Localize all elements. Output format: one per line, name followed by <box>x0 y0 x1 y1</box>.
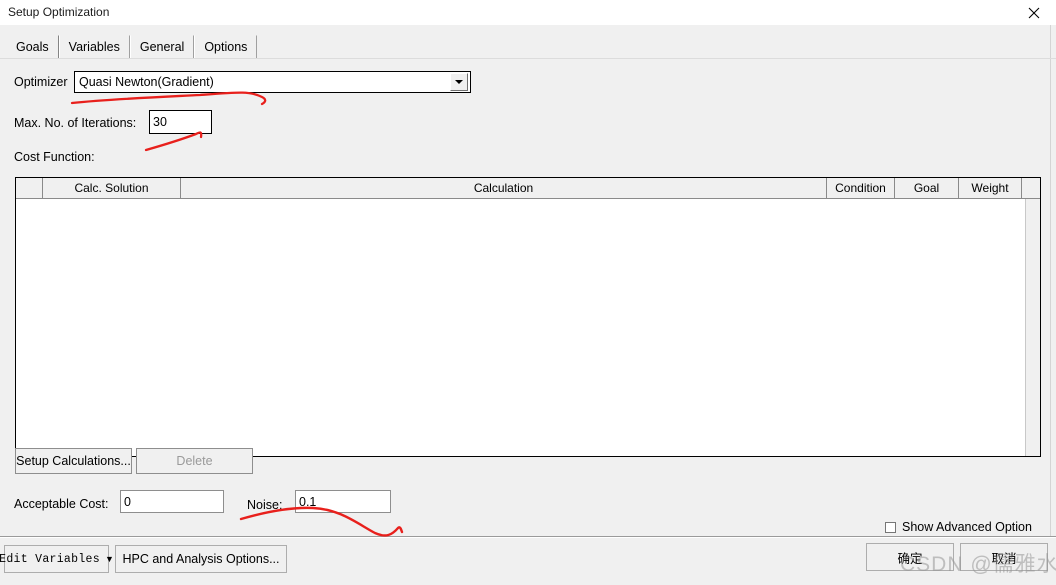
delete-button[interactable]: Delete <box>136 448 253 474</box>
tab-variables[interactable]: Variables <box>58 35 130 58</box>
table-vertical-scrollbar[interactable] <box>1025 199 1040 456</box>
tab-goals[interactable]: Goals <box>6 35 59 58</box>
table-col-weight[interactable]: Weight <box>959 178 1022 198</box>
cost-function-table[interactable]: Calc. Solution Calculation Condition Goa… <box>15 177 1041 457</box>
tab-options[interactable]: Options <box>194 35 258 58</box>
optimizer-value: Quasi Newton(Gradient) <box>79 75 214 89</box>
chevron-down-icon[interactable] <box>450 73 468 91</box>
max-iterations-input[interactable]: 30 <box>149 110 212 134</box>
table-col-goal[interactable]: Goal <box>895 178 959 198</box>
ok-button[interactable]: 确定 <box>866 543 954 571</box>
tab-options-label: Options <box>204 40 248 54</box>
cost-function-label: Cost Function: <box>14 150 95 164</box>
table-col-spacer[interactable] <box>1022 178 1040 198</box>
table-body[interactable] <box>16 199 1040 456</box>
tab-variables-label: Variables <box>68 40 120 54</box>
tab-underline <box>0 58 1056 59</box>
show-advanced-options-checkbox[interactable]: Show Advanced Option <box>885 520 1056 534</box>
table-col-rowheader[interactable] <box>16 178 43 198</box>
acceptable-cost-label: Acceptable Cost: <box>14 497 109 511</box>
noise-input[interactable]: 0.1 <box>295 490 391 513</box>
caret-down-icon: ▼ <box>104 553 114 564</box>
optimizer-label: Optimizer <box>14 75 68 89</box>
tab-general[interactable]: General <box>129 35 195 58</box>
hpc-analysis-options-button[interactable]: HPC and Analysis Options... <box>115 545 287 573</box>
table-col-calculation[interactable]: Calculation <box>181 178 827 198</box>
max-iterations-label: Max. No. of Iterations: <box>14 116 137 130</box>
window-title: Setup Optimization <box>8 5 110 19</box>
edit-variables-button[interactable]: Edit Variables ▼ <box>0 545 114 573</box>
table-header-row: Calc. Solution Calculation Condition Goa… <box>16 178 1040 199</box>
checkbox-box-icon[interactable] <box>885 521 896 533</box>
close-icon[interactable] <box>1012 0 1056 25</box>
chevron-down-glyph <box>455 80 463 84</box>
show-advanced-options-label: Show Advanced Option <box>902 520 1032 534</box>
tab-bar: Goals Variables General Options <box>6 34 258 58</box>
table-col-condition[interactable]: Condition <box>827 178 895 198</box>
acceptable-cost-input[interactable]: 0 <box>120 490 224 513</box>
tab-general-label: General <box>139 40 185 54</box>
noise-label: Noise: <box>247 498 283 512</box>
optimizer-combobox[interactable]: Quasi Newton(Gradient) <box>74 71 471 93</box>
title-bar: Setup Optimization <box>0 0 1056 25</box>
close-glyph <box>1028 7 1040 18</box>
window-right-frame <box>1050 25 1056 585</box>
cancel-button[interactable]: 取消 <box>960 543 1048 571</box>
tab-goals-label: Goals <box>16 40 49 54</box>
edit-variables-label: Edit Variables <box>0 552 100 566</box>
setup-optimization-dialog: Goals Variables General Options Optimize… <box>0 25 1056 585</box>
table-col-calc-solution[interactable]: Calc. Solution <box>43 178 181 198</box>
setup-calculations-button[interactable]: Setup Calculations... <box>15 448 132 474</box>
